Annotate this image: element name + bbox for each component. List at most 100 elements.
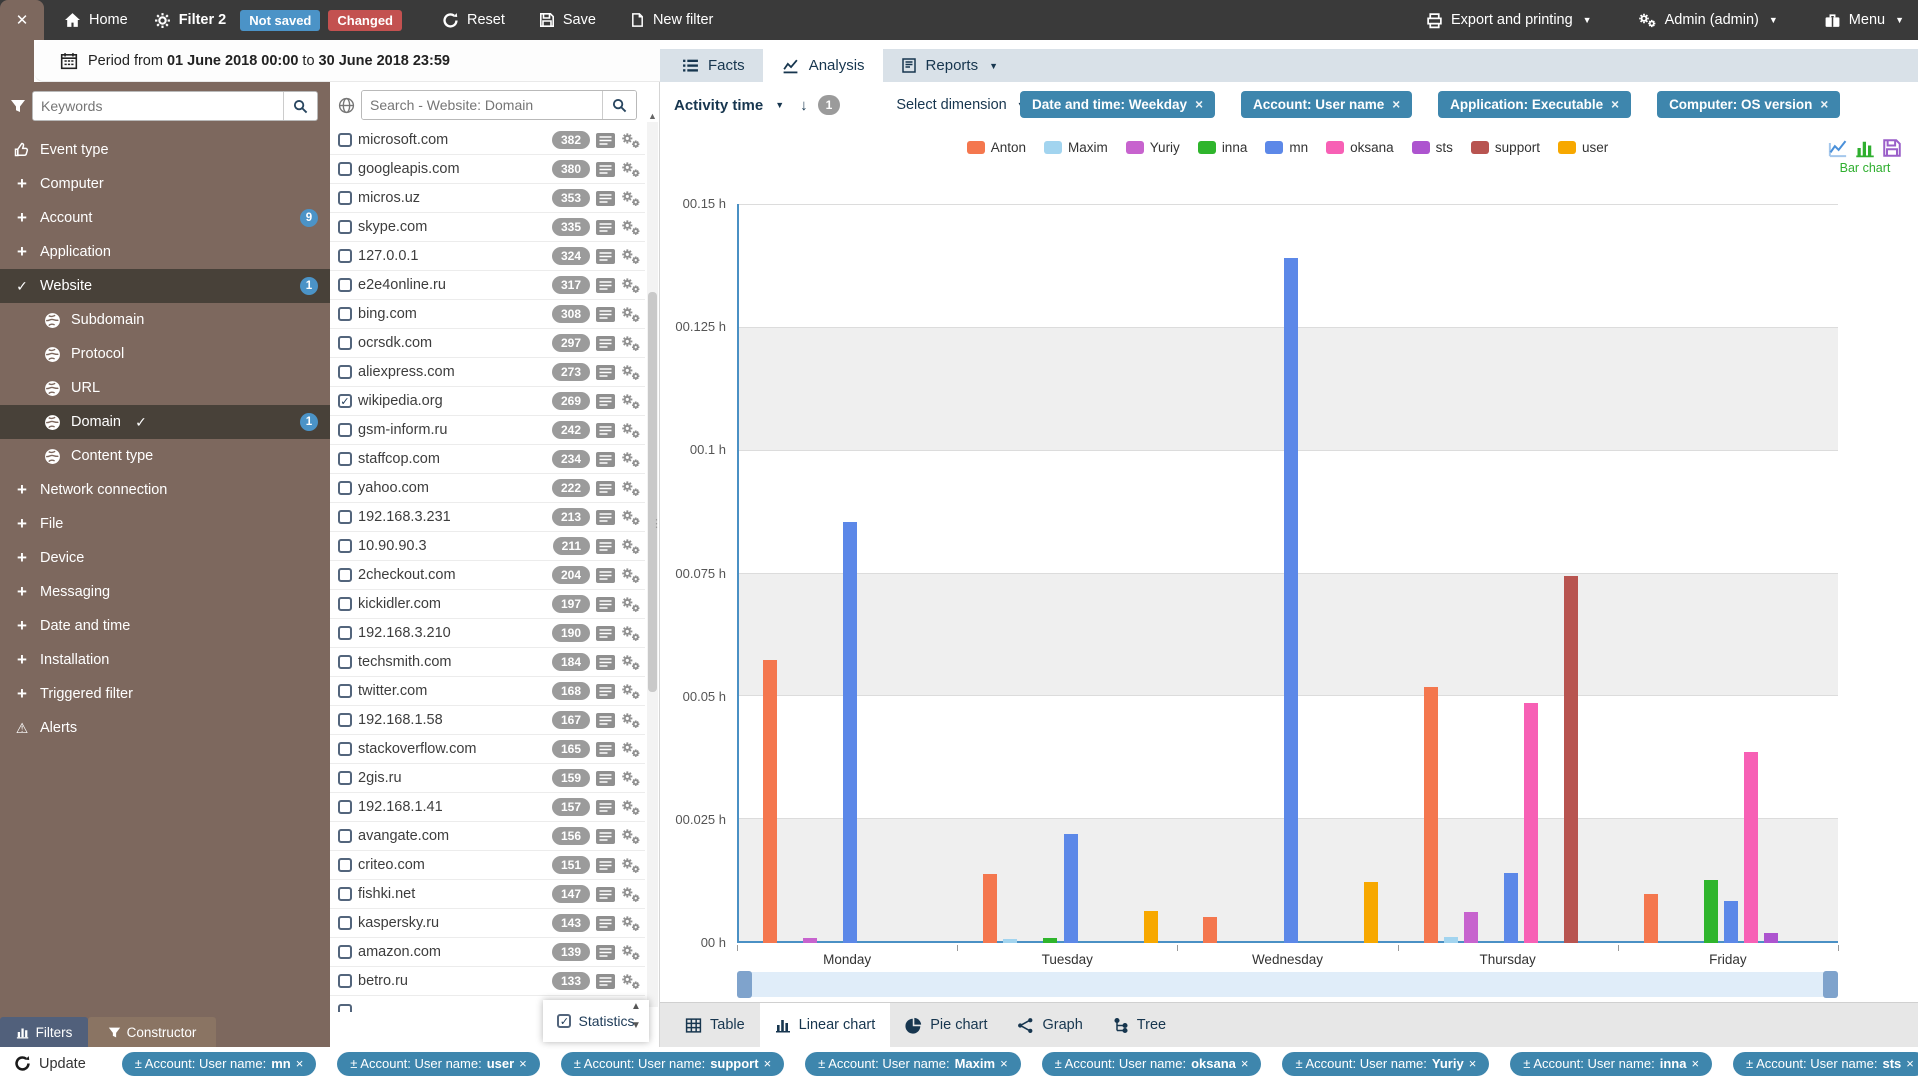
account-chip[interactable]: ± Account: User name:mn×	[122, 1052, 317, 1076]
details-icon[interactable]	[596, 133, 615, 148]
domain-checkbox[interactable]	[338, 1004, 352, 1013]
account-chip[interactable]: ± Account: User name:inna×	[1510, 1052, 1712, 1076]
range-handle-right[interactable]	[1823, 971, 1838, 998]
details-icon[interactable]	[596, 191, 615, 206]
settings-gears-icon[interactable]	[621, 828, 641, 845]
dimension-chip[interactable]: Account: User name×	[1241, 91, 1412, 118]
bar-chart-icon[interactable]	[1855, 138, 1875, 158]
domain-checkbox[interactable]	[338, 307, 352, 321]
table-row[interactable]: kaspersky.ru143	[330, 909, 645, 938]
details-icon[interactable]	[596, 800, 615, 815]
details-icon[interactable]	[596, 568, 615, 583]
dimension-chip[interactable]: Computer: OS version×	[1657, 91, 1840, 118]
details-icon[interactable]	[596, 365, 615, 380]
domain-checkbox[interactable]	[338, 568, 352, 582]
table-row[interactable]: 192.168.1.41157	[330, 793, 645, 822]
details-icon[interactable]	[596, 220, 615, 235]
sidebar-item-installation[interactable]: +Installation	[0, 643, 330, 677]
details-icon[interactable]	[596, 162, 615, 177]
scroll-up-icon[interactable]: ▲	[647, 111, 658, 121]
domain-checkbox[interactable]	[338, 481, 352, 495]
period-bar[interactable]: Period from 01 June 2018 00:00 to 30 Jun…	[34, 40, 660, 82]
sidebar-item-application[interactable]: +Application	[0, 235, 330, 269]
dimension-chip[interactable]: Date and time: Weekday×	[1020, 91, 1215, 118]
table-row[interactable]: 127.0.0.1324	[330, 242, 645, 271]
domain-checkbox[interactable]	[338, 684, 352, 698]
legend-item[interactable]: user	[1558, 140, 1608, 155]
domain-checkbox[interactable]	[338, 162, 352, 176]
close-icon[interactable]: ×	[1392, 97, 1400, 112]
tab-pie-chart[interactable]: Pie chart	[890, 1003, 1002, 1047]
tab-analysis[interactable]: Analysis	[763, 49, 883, 82]
update-button[interactable]: Update	[14, 1055, 86, 1072]
settings-gears-icon[interactable]	[621, 190, 641, 207]
sidebar-item-device[interactable]: +Device	[0, 541, 330, 575]
scroll-up-icon[interactable]: ▲	[631, 1001, 641, 1012]
dimension-chip[interactable]: Application: Executable×	[1438, 91, 1631, 118]
select-dimension-dropdown[interactable]: Select dimension▼	[896, 97, 1025, 113]
legend-item[interactable]: inna	[1198, 140, 1248, 155]
chart-range-selector[interactable]	[737, 972, 1838, 997]
filter-button[interactable]: Filter 2	[154, 12, 227, 29]
domain-checkbox[interactable]	[338, 249, 352, 263]
menu-button[interactable]: Menu▼	[1824, 12, 1904, 29]
domain-checkbox[interactable]	[338, 713, 352, 727]
details-icon[interactable]	[596, 887, 615, 902]
settings-gears-icon[interactable]	[621, 161, 641, 178]
settings-gears-icon[interactable]	[621, 480, 641, 497]
settings-gears-icon[interactable]	[621, 219, 641, 236]
domain-checkbox[interactable]	[338, 220, 352, 234]
close-icon[interactable]: ×	[519, 1056, 527, 1071]
domain-checkbox[interactable]	[338, 974, 352, 988]
tab-linear-chart[interactable]: Linear chart	[760, 1003, 891, 1047]
sidebar-item-protocol[interactable]: Protocol	[0, 337, 330, 371]
details-icon[interactable]	[596, 336, 615, 351]
home-button[interactable]: Home	[64, 12, 128, 29]
sidebar-item-messaging[interactable]: +Messaging	[0, 575, 330, 609]
table-row[interactable]: skype.com335	[330, 213, 645, 242]
table-row[interactable]: micros.uz353	[330, 184, 645, 213]
details-icon[interactable]	[596, 626, 615, 641]
legend-item[interactable]: oksana	[1326, 140, 1394, 155]
settings-gears-icon[interactable]	[621, 393, 641, 410]
sidebar-item-triggered-filter[interactable]: +Triggered filter	[0, 677, 330, 711]
sidebar-item-website[interactable]: ✓Website1	[0, 269, 330, 303]
domain-checkbox[interactable]	[338, 945, 352, 959]
settings-gears-icon[interactable]	[621, 596, 641, 613]
scroll-down-icon[interactable]: ▼	[631, 1020, 641, 1031]
domain-checkbox[interactable]	[338, 655, 352, 669]
details-icon[interactable]	[596, 539, 615, 554]
table-row[interactable]: 192.168.3.231213	[330, 503, 645, 532]
settings-gears-icon[interactable]	[621, 944, 641, 961]
domain-search-button[interactable]	[602, 91, 636, 119]
account-chip[interactable]: ± Account: User name:Maxim×	[805, 1052, 1020, 1076]
details-icon[interactable]	[596, 684, 615, 699]
details-icon[interactable]	[596, 307, 615, 322]
table-row[interactable]: criteo.com151	[330, 851, 645, 880]
domain-checkbox[interactable]	[338, 887, 352, 901]
table-row[interactable]: 192.168.1.58167	[330, 706, 645, 735]
close-icon[interactable]: ×	[1469, 1056, 1477, 1071]
settings-gears-icon[interactable]	[621, 306, 641, 323]
settings-gears-icon[interactable]	[621, 567, 641, 584]
domain-checkbox[interactable]	[338, 510, 352, 524]
sidebar-item-account[interactable]: +Account9	[0, 201, 330, 235]
settings-gears-icon[interactable]	[621, 509, 641, 526]
sidebar-item-date-and-time[interactable]: +Date and time	[0, 609, 330, 643]
close-icon[interactable]: ×	[1691, 1056, 1699, 1071]
tab-table[interactable]: Table	[670, 1003, 760, 1047]
settings-gears-icon[interactable]	[621, 364, 641, 381]
close-icon[interactable]: ×	[1000, 1056, 1008, 1071]
table-row[interactable]: kickidler.com197	[330, 590, 645, 619]
legend-item[interactable]: Maxim	[1044, 140, 1108, 155]
domain-search-input[interactable]	[362, 91, 602, 119]
settings-gears-icon[interactable]	[621, 712, 641, 729]
sidebar-item-content-type[interactable]: Content type	[0, 439, 330, 473]
details-icon[interactable]	[596, 481, 615, 496]
tab-constructor[interactable]: Constructor	[88, 1017, 216, 1047]
domain-checkbox[interactable]	[338, 191, 352, 205]
legend-item[interactable]: mn	[1265, 140, 1308, 155]
settings-gears-icon[interactable]	[621, 335, 641, 352]
domain-checkbox[interactable]	[338, 597, 352, 611]
details-icon[interactable]	[596, 510, 615, 525]
